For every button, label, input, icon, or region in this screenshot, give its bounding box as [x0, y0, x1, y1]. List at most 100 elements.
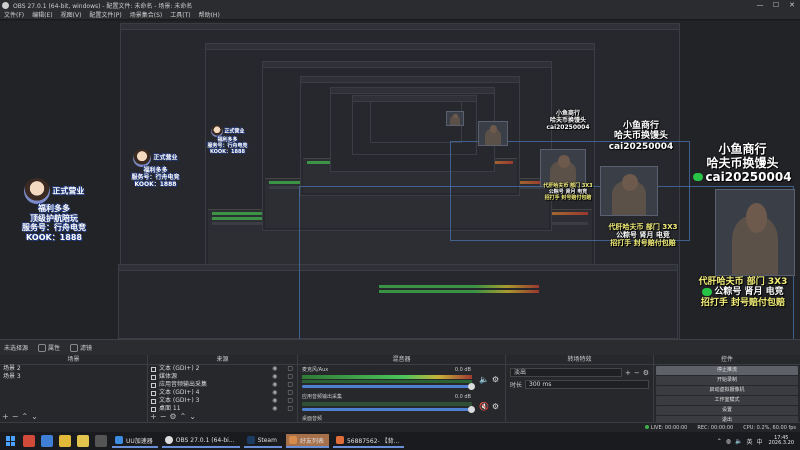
webcam-pip-3 — [540, 149, 586, 187]
slider-knob[interactable] — [468, 383, 475, 390]
scene-item[interactable]: 场景 3 — [0, 373, 147, 381]
taskbar-app-friends[interactable]: 好友列表 — [285, 434, 329, 448]
network-icon[interactable]: ◍ — [726, 438, 731, 445]
source-item[interactable]: 文本 (GDI+) 2 ◉ ▢ — [148, 365, 297, 373]
transition-settings-icon[interactable]: ⚙ — [643, 369, 649, 377]
badge-s-line-1: 正式营业 — [224, 128, 245, 135]
menu-help[interactable]: 帮助(H) — [199, 10, 220, 19]
taskbar-app-obs[interactable]: OBS 27.0.1 (64-bi... — [161, 434, 240, 448]
add-scene-button[interactable]: + — [2, 412, 12, 421]
friends-list-icon — [288, 436, 297, 444]
lock-icon[interactable]: ▢ — [287, 389, 293, 397]
menu-view[interactable]: 视图(V) — [61, 10, 82, 19]
duration-input[interactable]: 300 ms — [525, 380, 649, 389]
display-capture-icon — [151, 406, 156, 412]
eye-icon[interactable]: ◉ — [272, 381, 277, 389]
lock-icon[interactable]: ▢ — [287, 381, 293, 389]
promo-text-medium-lower: 代肝哈夫币 部门 3X3 公粽号 肾月 电竞 招打手 封号赔付包赔 — [598, 223, 688, 247]
source-settings-button[interactable]: ⚙ — [169, 412, 179, 421]
move-up-button[interactable]: ⌃ — [180, 412, 190, 421]
taskbar-app-uu[interactable]: UU加速器 — [112, 434, 158, 448]
transition-select[interactable]: 淡出 — [510, 368, 622, 377]
source-item[interactable]: 媒体源 ◉ ▢ — [148, 373, 297, 381]
properties-button[interactable]: 属性 — [38, 343, 60, 353]
menu-scene-collection[interactable]: 场景集合(S) — [130, 10, 163, 19]
sources-toolbar: +−⚙⌃⌄ — [150, 412, 199, 421]
promo-text-large: 小鱼商行 哈夫币换馒头 cai20250004 — [685, 142, 800, 184]
chat-icon[interactable] — [59, 435, 71, 447]
start-recording-button[interactable]: 开始录制 — [656, 376, 798, 385]
add-transition-button[interactable]: + — [625, 369, 631, 377]
eye-icon[interactable]: ◉ — [272, 389, 277, 397]
folder-icon[interactable] — [77, 435, 89, 447]
volume-icon[interactable]: 🔈 — [735, 438, 742, 445]
remove-source-button[interactable]: − — [160, 412, 170, 421]
browser-icon[interactable] — [41, 435, 53, 447]
transitions-dock: 转场特效 淡出 + − ⚙ 时长 300 ms — [506, 355, 654, 422]
windows-start-icon[interactable] — [6, 436, 16, 446]
lock-icon[interactable]: ▢ — [287, 373, 293, 381]
eye-icon[interactable]: ◉ — [272, 365, 277, 373]
lock-icon[interactable]: ▢ — [287, 405, 293, 413]
volume-slider[interactable] — [302, 406, 475, 413]
source-item[interactable]: 文本 (GDI+) 3 ◉ ▢ — [148, 397, 297, 405]
preview-canvas[interactable]: 小鱼商行 哈夫币换馒头 cai20250004 代肝哈夫币 部门 3X3 公粽号… — [0, 21, 800, 339]
add-source-button[interactable]: + — [150, 412, 160, 421]
virtual-camera-button[interactable]: 启动虚拟摄像机 — [656, 386, 798, 395]
stop-streaming-button[interactable]: 停止推流 — [656, 366, 798, 375]
no-source-label: 未选择源 — [4, 345, 29, 352]
minimize-button[interactable]: — — [752, 1, 768, 9]
menu-profile[interactable]: 配置文件(P) — [89, 10, 121, 19]
move-up-button[interactable]: ⌃ — [21, 412, 31, 421]
move-down-button[interactable]: ⌄ — [31, 412, 41, 421]
audio-mixer-dock: 混音器 麦克风/Aux 0.0 dB 🔈 ⚙ 应用音频输出采集 0.0 dB 🔇… — [298, 355, 506, 422]
settings-button[interactable]: 设置 — [656, 406, 798, 415]
media-source-icon — [151, 374, 156, 380]
input-language[interactable]: 英 — [747, 437, 753, 446]
lock-icon[interactable]: ▢ — [287, 365, 293, 373]
remove-scene-button[interactable]: − — [12, 412, 22, 421]
gear-icon[interactable]: ⚙ — [492, 402, 499, 411]
mixer-track: 麦克风/Aux 0.0 dB 🔈 ⚙ — [302, 367, 501, 392]
maximize-button[interactable]: ☐ — [768, 1, 784, 9]
scene-item[interactable]: 场景 2 — [0, 365, 147, 373]
badge-s-line-5: KOOK：1888 — [210, 149, 245, 155]
sources-header: 来源 — [148, 355, 297, 365]
game-icon[interactable] — [23, 435, 35, 447]
eye-icon[interactable]: ◉ — [272, 397, 277, 405]
app-icon[interactable] — [95, 435, 107, 447]
slider-knob[interactable] — [468, 406, 475, 413]
studio-mode-button[interactable]: 工作室模式 — [656, 396, 798, 405]
source-item[interactable]: 文本 (GDI+) 4 ◉ ▢ — [148, 389, 297, 397]
taskbar-app-browser[interactable]: 56887562- 【背... — [332, 434, 405, 448]
tray-expand-icon[interactable]: ⌃ — [717, 438, 722, 445]
ime-mode[interactable]: 中 — [757, 437, 763, 446]
eye-icon[interactable]: ◉ — [272, 405, 277, 413]
gear-icon — [38, 344, 47, 353]
clock-date: 2026.3.20 — [768, 440, 794, 446]
taskbar-app-steam[interactable]: Steam — [243, 434, 282, 448]
badge-line-1: 正式营业 — [52, 186, 85, 196]
eye-icon[interactable]: ◉ — [272, 373, 277, 381]
steam-icon — [246, 436, 255, 444]
service-badge-medium: 正式营业 福利多多 服务号：行舟电竞 KOOK：1888 — [118, 149, 193, 189]
mascot-avatar-icon-3 — [210, 125, 223, 137]
source-item[interactable]: 应用音频输出采集 ◉ ▢ — [148, 381, 297, 389]
system-tray: ⌃ ◍ 🔈 英 中 17:45 2026.3.20 — [715, 435, 800, 447]
filters-button[interactable]: 滤镜 — [70, 343, 92, 353]
badge-line-2: 福利多多 — [38, 204, 70, 213]
speaker-icon[interactable]: 🔈 — [479, 375, 489, 384]
lock-icon[interactable]: ▢ — [287, 397, 293, 405]
promo-line-3: cai20250004 — [705, 169, 792, 184]
transitions-header: 转场特效 — [506, 355, 653, 365]
clock[interactable]: 17:45 2026.3.20 — [768, 435, 794, 447]
move-down-button[interactable]: ⌄ — [189, 412, 199, 421]
close-button[interactable]: ✕ — [784, 1, 800, 9]
gear-icon[interactable]: ⚙ — [492, 375, 499, 384]
menu-tools[interactable]: 工具(T) — [170, 10, 190, 19]
remove-transition-button[interactable]: − — [634, 369, 640, 377]
menu-file[interactable]: 文件(F) — [4, 10, 24, 19]
muted-speaker-icon[interactable]: 🔇 — [479, 402, 489, 411]
volume-slider[interactable] — [302, 383, 475, 390]
menu-edit[interactable]: 编辑(E) — [32, 10, 52, 19]
